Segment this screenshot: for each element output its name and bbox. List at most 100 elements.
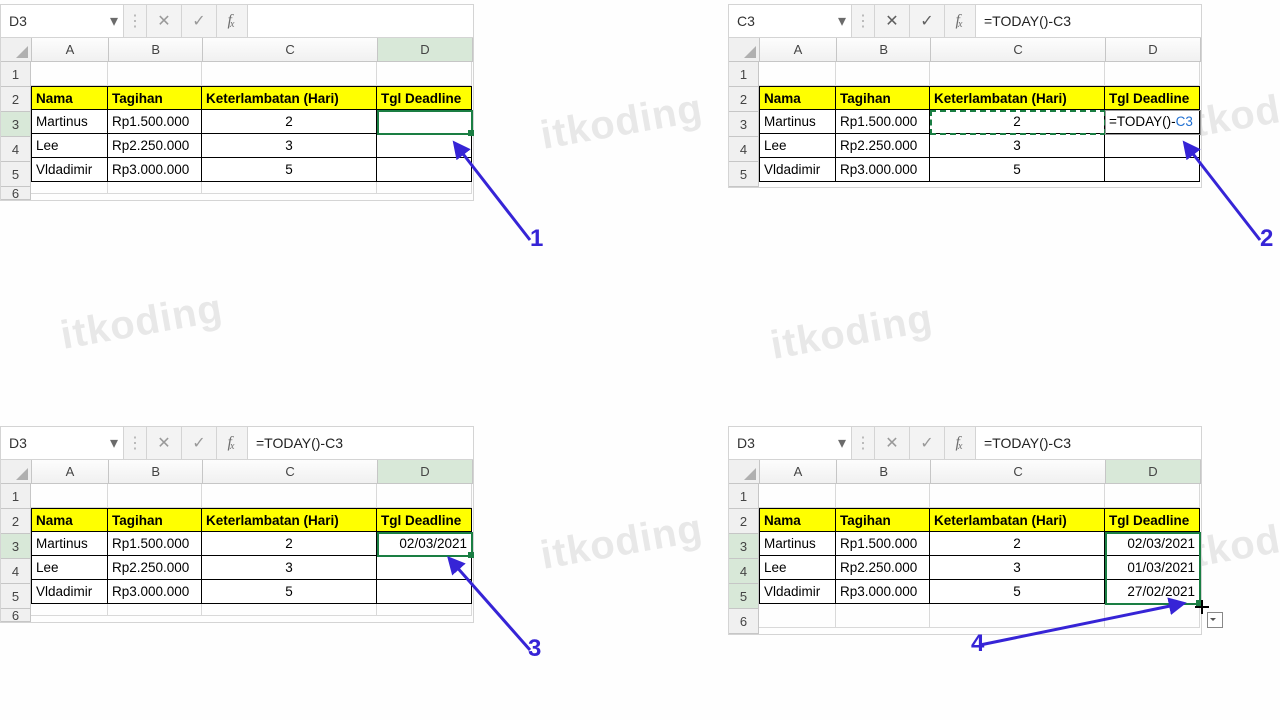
cell[interactable]: Rp1.500.000 [108, 532, 202, 556]
row-header[interactable]: 4 [1, 559, 31, 584]
cell[interactable]: 5 [202, 580, 377, 604]
cell-area[interactable]: Nama Tagihan Keterlambatan (Hari) Tgl De… [31, 484, 472, 622]
cell[interactable]: Lee [31, 556, 108, 580]
row-header[interactable]: 3 [1, 112, 31, 137]
column-header-c[interactable]: C [203, 460, 378, 484]
select-all-corner[interactable] [729, 38, 760, 62]
cell[interactable]: 02/03/2021 [1105, 532, 1200, 556]
row-headers[interactable]: 1 2 3 4 5 6 [1, 484, 31, 622]
cell[interactable]: 2 [930, 110, 1105, 134]
cell[interactable]: 02/03/2021 [377, 532, 472, 556]
formula-input[interactable]: =TODAY()-C3 [248, 427, 473, 459]
cell[interactable]: Nama [31, 86, 108, 110]
column-header-d[interactable]: D [378, 460, 473, 484]
row-headers[interactable]: 1 2 3 4 5 6 [1, 62, 31, 200]
column-header-b[interactable]: B [837, 38, 931, 62]
cancel-formula-button[interactable]: ✕ [875, 5, 910, 37]
column-header-a[interactable]: A [32, 38, 109, 62]
cell[interactable]: 5 [930, 158, 1105, 182]
cell[interactable]: Rp3.000.000 [108, 580, 202, 604]
cell[interactable]: Martinus [31, 110, 108, 134]
row-header[interactable]: 5 [1, 162, 31, 187]
cell[interactable]: 2 [930, 532, 1105, 556]
column-header-d[interactable]: D [378, 38, 473, 62]
cell[interactable]: 01/03/2021 [1105, 556, 1200, 580]
cell[interactable]: Nama [759, 508, 836, 532]
row-header[interactable]: 4 [729, 559, 759, 584]
cell[interactable]: Rp2.250.000 [108, 556, 202, 580]
name-box[interactable]: D3 ▾ [729, 427, 852, 459]
row-header[interactable]: 6 [729, 609, 759, 634]
row-header[interactable]: 2 [729, 87, 759, 112]
cell[interactable]: Rp1.500.000 [836, 532, 930, 556]
formula-input[interactable] [248, 5, 473, 37]
cell[interactable] [377, 110, 472, 134]
cell[interactable]: Tagihan [108, 86, 202, 110]
row-header[interactable]: 5 [729, 162, 759, 187]
fx-icon[interactable]: fx [217, 5, 248, 37]
select-all-corner[interactable] [729, 460, 760, 484]
cell-area[interactable]: Nama Tagihan Keterlambatan (Hari) Tgl De… [31, 62, 472, 200]
cell-area[interactable]: Nama Tagihan Keterlambatan (Hari) Tgl De… [759, 484, 1200, 634]
cancel-formula-button[interactable]: ✕ [875, 427, 910, 459]
cell[interactable] [1105, 134, 1200, 158]
column-header-b[interactable]: B [109, 38, 203, 62]
cell[interactable]: Nama [31, 508, 108, 532]
row-headers[interactable]: 1 2 3 4 5 [729, 62, 759, 187]
cell[interactable]: Keterlambatan (Hari) [202, 508, 377, 532]
cell[interactable]: Rp3.000.000 [836, 158, 930, 182]
formula-input[interactable]: =TODAY()-C3 [976, 5, 1201, 37]
cell[interactable]: Tagihan [836, 508, 930, 532]
cell[interactable]: Martinus [759, 532, 836, 556]
cell[interactable]: 2 [202, 532, 377, 556]
cell[interactable]: 27/02/2021 [1105, 580, 1200, 604]
row-header[interactable]: 4 [1, 137, 31, 162]
row-header[interactable]: 5 [729, 584, 759, 609]
cell[interactable]: Tgl Deadline [1105, 508, 1200, 532]
cell[interactable]: Rp1.500.000 [108, 110, 202, 134]
cell[interactable]: Lee [759, 556, 836, 580]
row-header[interactable]: 1 [729, 484, 759, 509]
cell[interactable]: Keterlambatan (Hari) [930, 86, 1105, 110]
enter-formula-button[interactable]: ✓ [182, 5, 217, 37]
row-header[interactable]: 2 [1, 509, 31, 534]
cell[interactable]: Tgl Deadline [1105, 86, 1200, 110]
column-header-d[interactable]: D [1106, 460, 1201, 484]
cell[interactable]: Vldadimir [31, 580, 108, 604]
cell[interactable]: =TODAY()-C3 [1105, 110, 1200, 134]
cell[interactable]: Vldadimir [759, 158, 836, 182]
row-header[interactable]: 2 [1, 87, 31, 112]
column-header-c[interactable]: C [931, 38, 1106, 62]
fx-icon[interactable]: fx [217, 427, 248, 459]
cell[interactable]: 3 [202, 134, 377, 158]
cell[interactable]: 3 [930, 134, 1105, 158]
cell[interactable]: Rp3.000.000 [108, 158, 202, 182]
row-header[interactable]: 4 [729, 137, 759, 162]
fx-icon[interactable]: fx [945, 5, 976, 37]
column-header-a[interactable]: A [32, 460, 109, 484]
column-header-b[interactable]: B [837, 460, 931, 484]
row-header[interactable]: 3 [729, 534, 759, 559]
row-header[interactable]: 1 [1, 62, 31, 87]
fx-icon[interactable]: fx [945, 427, 976, 459]
cell[interactable] [377, 134, 472, 158]
enter-formula-button[interactable]: ✓ [182, 427, 217, 459]
cell[interactable]: Tagihan [836, 86, 930, 110]
cancel-formula-button[interactable]: ✕ [147, 427, 182, 459]
cell[interactable]: Rp2.250.000 [108, 134, 202, 158]
select-all-corner[interactable] [1, 460, 32, 484]
select-all-corner[interactable] [1, 38, 32, 62]
name-box[interactable]: D3 ▾ [1, 5, 124, 37]
row-header[interactable]: 5 [1, 584, 31, 609]
cancel-formula-button[interactable]: ✕ [147, 5, 182, 37]
cell[interactable]: Nama [759, 86, 836, 110]
cell[interactable]: Vldadimir [31, 158, 108, 182]
row-header[interactable]: 6 [1, 609, 31, 622]
cell[interactable]: Rp2.250.000 [836, 134, 930, 158]
row-headers[interactable]: 1 2 3 4 5 6 [729, 484, 759, 634]
formula-input[interactable]: =TODAY()-C3 [976, 427, 1201, 459]
cell[interactable]: 3 [930, 556, 1105, 580]
column-header-c[interactable]: C [931, 460, 1106, 484]
cell[interactable]: 5 [930, 580, 1105, 604]
row-header[interactable]: 1 [1, 484, 31, 509]
